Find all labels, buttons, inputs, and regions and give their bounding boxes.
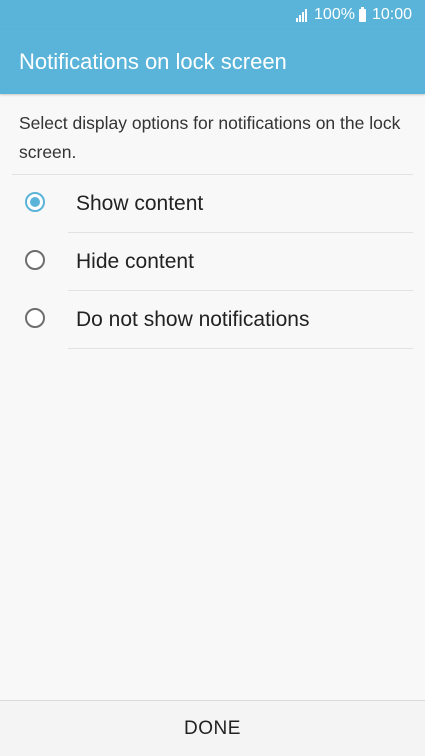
status-bar: 100% 10:00 [0, 0, 425, 30]
done-button[interactable]: DONE [0, 701, 425, 756]
radio-unselected-icon[interactable] [25, 250, 45, 270]
status-indicators: 100% 10:00 [296, 5, 412, 25]
option-hide-content[interactable]: Hide content [0, 233, 425, 291]
option-label: Do not show notifications [76, 308, 310, 331]
options-list: Show content Hide content Do not show no… [0, 175, 425, 349]
option-do-not-show[interactable]: Do not show notifications [0, 291, 425, 349]
option-label: Show content [76, 192, 204, 215]
battery-icon [358, 6, 366, 22]
signal-icon [296, 8, 308, 22]
app-header: Notifications on lock screen [0, 30, 425, 94]
radio-selected-icon[interactable] [25, 192, 45, 212]
radio-unselected-icon[interactable] [25, 308, 45, 328]
option-show-content[interactable]: Show content [0, 175, 425, 233]
divider [68, 348, 413, 349]
battery-percent: 100% [314, 6, 355, 23]
status-time: 10:00 [371, 6, 412, 23]
bottom-bar: DONE [0, 700, 425, 756]
description-text: Select display options for notifications… [19, 113, 401, 162]
option-label: Hide content [76, 250, 194, 273]
page-title: Notifications on lock screen [19, 49, 287, 74]
